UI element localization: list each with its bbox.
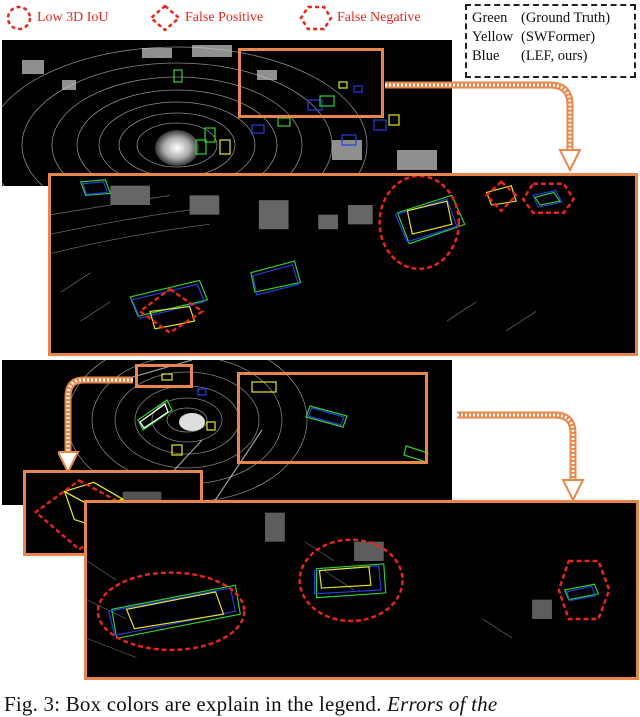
lidar-zoom-2b: [87, 512, 611, 659]
zoom-arrow-icon: [457, 411, 585, 503]
ego-vehicle: [179, 413, 205, 431]
legend-low-iou: Low 3D IoU: [4, 5, 109, 31]
ego-vehicle: [155, 130, 199, 166]
false-negative-marker: [521, 182, 576, 214]
zoom-arrow-icon: [58, 376, 133, 475]
low-iou-marker: [378, 176, 461, 271]
dashed-diamond-icon: [149, 4, 181, 32]
caption-text: Fig. 3: Box colors are explain in the le…: [4, 692, 388, 716]
color-key-legend: Green (Ground Truth) Yellow (SWFormer) B…: [465, 4, 636, 78]
legend-label: False Positive: [185, 10, 264, 25]
legend-label: Low 3D IoU: [37, 10, 109, 25]
key-meaning: (Ground Truth): [521, 10, 611, 26]
key-meaning: (LEF, ours): [521, 48, 588, 64]
key-row-yellow: Yellow (SWFormer): [472, 28, 634, 47]
zoom-arrow-icon: [385, 81, 582, 173]
zoom-region-frame-small: [135, 364, 193, 388]
lidar-zoom-1: [51, 176, 576, 335]
zoom-region-frame: [238, 48, 384, 118]
key-meaning: (SWFormer): [521, 29, 596, 45]
dashed-circle-icon: [6, 5, 32, 31]
scene1-zoomed-detail: [48, 173, 638, 356]
legend-label: False Negative: [337, 10, 421, 25]
key-row-blue: Blue (LEF, ours): [472, 47, 634, 66]
dashed-hexagon-icon: [299, 5, 333, 31]
key-row-green: Green (Ground Truth): [472, 9, 634, 28]
key-color-name: Blue: [472, 48, 500, 64]
figure-caption: Fig. 3: Box colors are explain in the le…: [4, 692, 497, 717]
caption-italic-text: Errors of the: [387, 692, 498, 716]
scene2-zoomed-detail: [84, 500, 639, 680]
legend-false-negative: False Negative: [298, 5, 421, 31]
legend-false-positive: False Positive: [148, 4, 264, 32]
key-color-name: Green: [472, 10, 508, 26]
key-color-name: Yellow: [472, 29, 514, 45]
zoom-region-frame: [237, 372, 428, 464]
